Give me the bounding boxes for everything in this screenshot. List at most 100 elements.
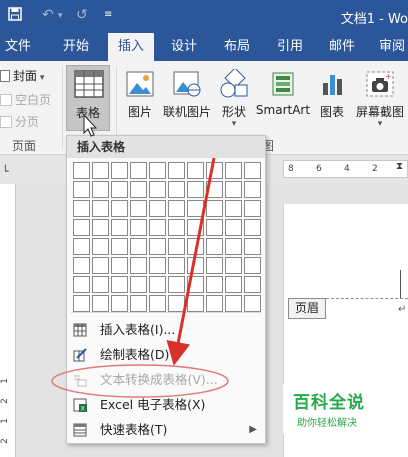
table-grid-cell[interactable] bbox=[92, 238, 109, 255]
table-button[interactable]: 表格 bbox=[66, 65, 110, 131]
page-break-button[interactable]: 分页 bbox=[0, 113, 39, 130]
table-grid-cell[interactable] bbox=[149, 200, 166, 217]
table-grid-cell[interactable] bbox=[149, 257, 166, 274]
table-grid-cell[interactable] bbox=[206, 200, 223, 217]
table-grid-cell[interactable] bbox=[92, 200, 109, 217]
table-grid-cell[interactable] bbox=[73, 257, 90, 274]
table-grid-cell[interactable] bbox=[111, 257, 128, 274]
text-to-table-item[interactable]: 文本转换成表格(V)... bbox=[67, 369, 265, 391]
table-grid-cell[interactable] bbox=[149, 295, 166, 312]
chart-button[interactable]: 图表 bbox=[314, 65, 350, 131]
table-grid-cell[interactable] bbox=[225, 238, 242, 255]
draw-table-item[interactable]: 绘制表格(D) bbox=[67, 344, 265, 366]
table-grid-cell[interactable] bbox=[187, 276, 204, 293]
table-grid-cell[interactable] bbox=[206, 219, 223, 236]
table-grid-cell[interactable] bbox=[130, 181, 147, 198]
undo-dropdown-icon[interactable]: ▾ bbox=[58, 11, 63, 21]
table-grid-cell[interactable] bbox=[130, 295, 147, 312]
table-grid-cell[interactable] bbox=[187, 181, 204, 198]
tab-stop-selector-icon[interactable]: └ bbox=[2, 165, 9, 178]
table-grid-cell[interactable] bbox=[187, 238, 204, 255]
table-grid-cell[interactable] bbox=[244, 295, 261, 312]
table-grid-cell[interactable] bbox=[92, 181, 109, 198]
table-grid-cell[interactable] bbox=[111, 219, 128, 236]
table-grid-cell[interactable] bbox=[244, 238, 261, 255]
save-icon[interactable] bbox=[8, 7, 22, 25]
table-grid-cell[interactable] bbox=[92, 219, 109, 236]
table-grid-cell[interactable] bbox=[111, 276, 128, 293]
table-grid-cell[interactable] bbox=[187, 200, 204, 217]
table-grid-cell[interactable] bbox=[149, 219, 166, 236]
screenshot-button[interactable]: + 屏幕截图 ▾ bbox=[352, 65, 408, 131]
table-grid-cell[interactable] bbox=[92, 276, 109, 293]
table-grid-cell[interactable] bbox=[187, 257, 204, 274]
tab-file[interactable]: 文件 bbox=[0, 33, 36, 61]
table-grid-cell[interactable] bbox=[111, 181, 128, 198]
table-grid-cell[interactable] bbox=[244, 219, 261, 236]
vertical-ruler[interactable]: 1 2 1 2 bbox=[0, 184, 16, 457]
table-grid-cell[interactable] bbox=[130, 219, 147, 236]
table-grid-cell[interactable] bbox=[130, 257, 147, 274]
table-grid-cell[interactable] bbox=[206, 257, 223, 274]
table-grid-cell[interactable] bbox=[168, 219, 185, 236]
online-picture-button[interactable]: 联机图片 bbox=[160, 65, 214, 131]
tab-references[interactable]: 引用 bbox=[270, 33, 310, 61]
table-grid-cell[interactable] bbox=[73, 200, 90, 217]
table-grid-cell[interactable] bbox=[244, 276, 261, 293]
table-grid-cell[interactable] bbox=[111, 162, 128, 179]
undo-icon[interactable]: ↶ bbox=[42, 7, 54, 23]
table-grid-cell[interactable] bbox=[168, 276, 185, 293]
table-grid-cell[interactable] bbox=[111, 200, 128, 217]
table-grid-cell[interactable] bbox=[73, 295, 90, 312]
table-grid-cell[interactable] bbox=[168, 238, 185, 255]
tab-mailings[interactable]: 邮件 bbox=[322, 33, 362, 61]
table-grid-cell[interactable] bbox=[130, 200, 147, 217]
customize-quick-access-icon[interactable]: ≡ bbox=[104, 9, 112, 20]
quick-tables-item[interactable]: 快速表格(T) ▶ bbox=[67, 419, 265, 441]
table-grid-cell[interactable] bbox=[92, 295, 109, 312]
table-grid-cell[interactable] bbox=[92, 162, 109, 179]
table-grid-cell[interactable] bbox=[244, 181, 261, 198]
table-grid-cell[interactable] bbox=[73, 276, 90, 293]
table-grid-cell[interactable] bbox=[187, 162, 204, 179]
table-grid-cell[interactable] bbox=[225, 219, 242, 236]
insert-table-item[interactable]: 插入表格(I)... bbox=[67, 319, 265, 341]
excel-spreadsheet-item[interactable]: X Excel 电子表格(X) bbox=[67, 394, 265, 416]
table-grid-cell[interactable] bbox=[206, 181, 223, 198]
picture-button[interactable]: 图片 bbox=[120, 65, 160, 131]
table-grid-cell[interactable] bbox=[111, 238, 128, 255]
table-grid-cell[interactable] bbox=[168, 162, 185, 179]
table-grid-cell[interactable] bbox=[187, 295, 204, 312]
indent-marker-icon[interactable]: ⧗ bbox=[396, 161, 403, 172]
smartart-button[interactable]: SmartArt bbox=[254, 65, 312, 131]
table-grid-cell[interactable] bbox=[206, 295, 223, 312]
table-grid-cell[interactable] bbox=[244, 257, 261, 274]
table-grid-cell[interactable] bbox=[168, 295, 185, 312]
table-grid-cell[interactable] bbox=[206, 162, 223, 179]
table-grid-cell[interactable] bbox=[92, 257, 109, 274]
table-grid-cell[interactable] bbox=[168, 181, 185, 198]
redo-icon[interactable]: ↺ bbox=[76, 7, 88, 23]
table-grid-cell[interactable] bbox=[73, 181, 90, 198]
cover-page-button[interactable]: 封面 ▾ bbox=[0, 67, 44, 84]
tab-insert[interactable]: 插入 bbox=[108, 33, 154, 61]
table-grid-cell[interactable] bbox=[187, 219, 204, 236]
table-grid-cell[interactable] bbox=[111, 295, 128, 312]
table-grid-cell[interactable] bbox=[130, 276, 147, 293]
table-grid-cell[interactable] bbox=[206, 276, 223, 293]
table-grid-cell[interactable] bbox=[225, 295, 242, 312]
table-grid-cell[interactable] bbox=[149, 162, 166, 179]
table-grid-cell[interactable] bbox=[225, 181, 242, 198]
table-grid-cell[interactable] bbox=[244, 200, 261, 217]
tab-layout[interactable]: 布局 bbox=[217, 33, 257, 61]
table-grid-cell[interactable] bbox=[225, 276, 242, 293]
horizontal-ruler[interactable]: 8 6 4 2 ⧗ bbox=[283, 160, 408, 178]
table-grid-cell[interactable] bbox=[149, 276, 166, 293]
table-grid-cell[interactable] bbox=[73, 162, 90, 179]
shapes-button[interactable]: 形状 ▾ bbox=[214, 65, 254, 131]
table-grid-cell[interactable] bbox=[225, 200, 242, 217]
table-grid-cell[interactable] bbox=[130, 238, 147, 255]
table-grid-cell[interactable] bbox=[73, 238, 90, 255]
table-grid-cell[interactable] bbox=[168, 257, 185, 274]
table-grid-cell[interactable] bbox=[168, 200, 185, 217]
